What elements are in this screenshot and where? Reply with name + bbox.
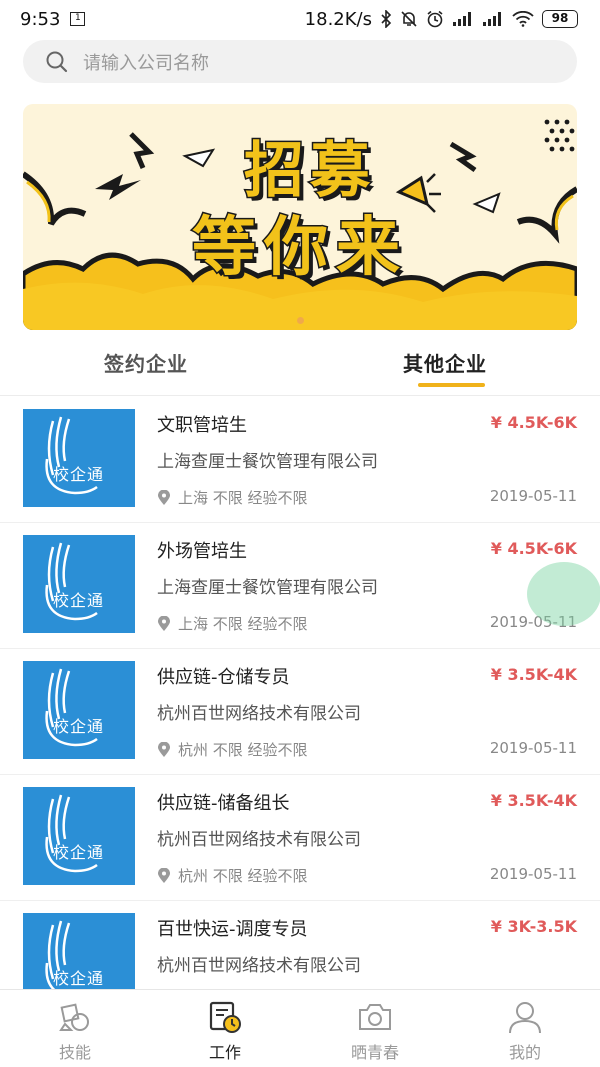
- job-date: 2019-05-11: [489, 487, 577, 505]
- search-icon: [46, 51, 68, 72]
- logo-swoosh-icon: [45, 542, 98, 621]
- tab-signed-companies[interactable]: 签约企业: [104, 348, 188, 377]
- banner-headline-2: 等你来: [191, 209, 408, 287]
- status-time: 9:53: [20, 8, 61, 30]
- sim-card-icon: 1: [70, 12, 86, 26]
- wifi-icon: [512, 11, 534, 27]
- nav-item-skills[interactable]: 技能: [0, 990, 150, 1067]
- mute-icon: [401, 11, 417, 27]
- nav-item-youth[interactable]: 晒青春: [300, 990, 450, 1067]
- job-list[interactable]: 校企通 文职管培生 ¥ 4.5K-6K 上海查厘士餐饮管理有限公司 上海 不限 经验不限…: [0, 397, 600, 989]
- battery-icon: 98: [542, 10, 578, 28]
- nav-item-work[interactable]: 工作: [150, 990, 300, 1067]
- job-title: 供应链-仓储专员: [157, 667, 290, 688]
- job-meta-text: 杭州 不限 经验不限: [178, 741, 308, 759]
- job-meta: 上海 不限 经验不限: [157, 613, 308, 634]
- job-company: 上海查厘士餐饮管理有限公司: [157, 452, 378, 472]
- network-speed: 18.2K/s: [304, 8, 372, 30]
- search-input[interactable]: 请输入公司名称: [83, 49, 209, 75]
- status-right: 18.2K/s 98: [305, 9, 578, 30]
- camera-icon: [359, 1004, 391, 1030]
- tab-other-companies[interactable]: 其他企业: [403, 348, 487, 377]
- job-salary: ¥ 3.5K-4K: [490, 791, 577, 810]
- logo-text: 校企通: [53, 591, 105, 610]
- job-meta-text: 上海 不限 经验不限: [178, 489, 308, 507]
- logo-text: 校企通: [53, 843, 105, 862]
- alarm-icon: [427, 10, 443, 28]
- work-icon: [209, 1001, 241, 1033]
- floating-touch-bubble[interactable]: [527, 562, 600, 626]
- banner-page-indicator[interactable]: [297, 317, 304, 324]
- logo-swoosh-icon: [45, 416, 98, 495]
- logo-swoosh-icon: [45, 794, 98, 873]
- nav-label-profile: 我的: [508, 1043, 541, 1062]
- job-title: 外场管培生: [157, 541, 247, 562]
- company-logo: 校企通: [23, 913, 135, 989]
- job-list-item[interactable]: 校企通 供应链-仓储专员 ¥ 3.5K-4K 杭州百世网络技术有限公司杭州 不限 经验…: [0, 649, 600, 775]
- company-logo: 校企通: [23, 661, 135, 759]
- job-list-item[interactable]: 校企通 百世快运-调度专员 ¥ 3K-3.5K 杭州百世网络技术有限公司: [0, 901, 600, 989]
- job-salary: ¥ 4.5K-6K: [490, 539, 577, 558]
- location-pin-icon: [158, 489, 170, 505]
- status-bar: 9:53 1 18.2K/s 98: [0, 0, 600, 38]
- company-tabs: 签约企业 其他企业: [0, 340, 600, 396]
- recruit-banner[interactable]: 招募 等你来: [23, 104, 577, 330]
- search-bar[interactable]: 请输入公司名称: [23, 40, 577, 83]
- job-company: 杭州百世网络技术有限公司: [157, 956, 361, 976]
- nav-item-profile[interactable]: 我的: [450, 990, 600, 1067]
- job-meta-text: 上海 不限 经验不限: [178, 615, 308, 633]
- nav-label-youth: 晒青春: [350, 1043, 399, 1062]
- nav-label-work: 工作: [208, 1043, 241, 1062]
- location-pin-icon: [158, 741, 170, 757]
- job-salary: ¥ 4.5K-6K: [490, 413, 577, 432]
- job-title: 百世快运-调度专员: [157, 919, 308, 940]
- job-salary: ¥ 3.5K-4K: [490, 665, 577, 684]
- skill-icon: [59, 1003, 89, 1031]
- job-meta: 上海 不限 经验不限: [157, 487, 308, 508]
- signal-icon-2: [483, 12, 501, 26]
- active-tab-indicator: [418, 383, 485, 387]
- profile-icon: [509, 1002, 541, 1034]
- job-company: 上海查厘士餐饮管理有限公司: [157, 578, 378, 598]
- bottom-nav: 技能 工作 晒青春 我的: [0, 989, 600, 1067]
- location-pin-icon: [158, 615, 170, 631]
- status-left: 9:53 1: [20, 8, 86, 30]
- logo-text: 校企通: [53, 717, 105, 736]
- logo-text: 校企通: [53, 969, 105, 988]
- company-logo: 校企通: [23, 409, 135, 507]
- job-meta: 杭州 不限 经验不限: [157, 865, 308, 886]
- job-list-item[interactable]: 校企通 外场管培生 ¥ 4.5K-6K 上海查厘士餐饮管理有限公司上海 不限 经验不限…: [0, 523, 600, 649]
- job-list-item[interactable]: 校企通 文职管培生 ¥ 4.5K-6K 上海查厘士餐饮管理有限公司上海 不限 经验不限…: [0, 397, 600, 523]
- job-company: 杭州百世网络技术有限公司: [157, 830, 361, 850]
- job-company: 杭州百世网络技术有限公司: [157, 704, 361, 724]
- job-salary: ¥ 3K-3.5K: [490, 917, 577, 936]
- company-logo: 校企通: [23, 787, 135, 885]
- location-pin-icon: [158, 867, 170, 883]
- job-title: 供应链-储备组长: [157, 793, 290, 814]
- job-list-item[interactable]: 校企通 供应链-储备组长 ¥ 3.5K-4K 杭州百世网络技术有限公司杭州 不限 经验…: [0, 775, 600, 901]
- signal-icon-1: [453, 12, 471, 26]
- job-meta-text: 杭州 不限 经验不限: [178, 867, 308, 885]
- job-title: 文职管培生: [157, 415, 247, 436]
- company-logo: 校企通: [23, 535, 135, 633]
- logo-text: 校企通: [53, 465, 105, 484]
- job-date: 2019-05-11: [489, 739, 577, 757]
- nav-label-skills: 技能: [58, 1043, 91, 1062]
- logo-swoosh-icon: [45, 668, 98, 747]
- job-date: 2019-05-11: [489, 865, 577, 883]
- bluetooth-icon: [381, 10, 392, 28]
- job-meta: 杭州 不限 经验不限: [157, 739, 308, 760]
